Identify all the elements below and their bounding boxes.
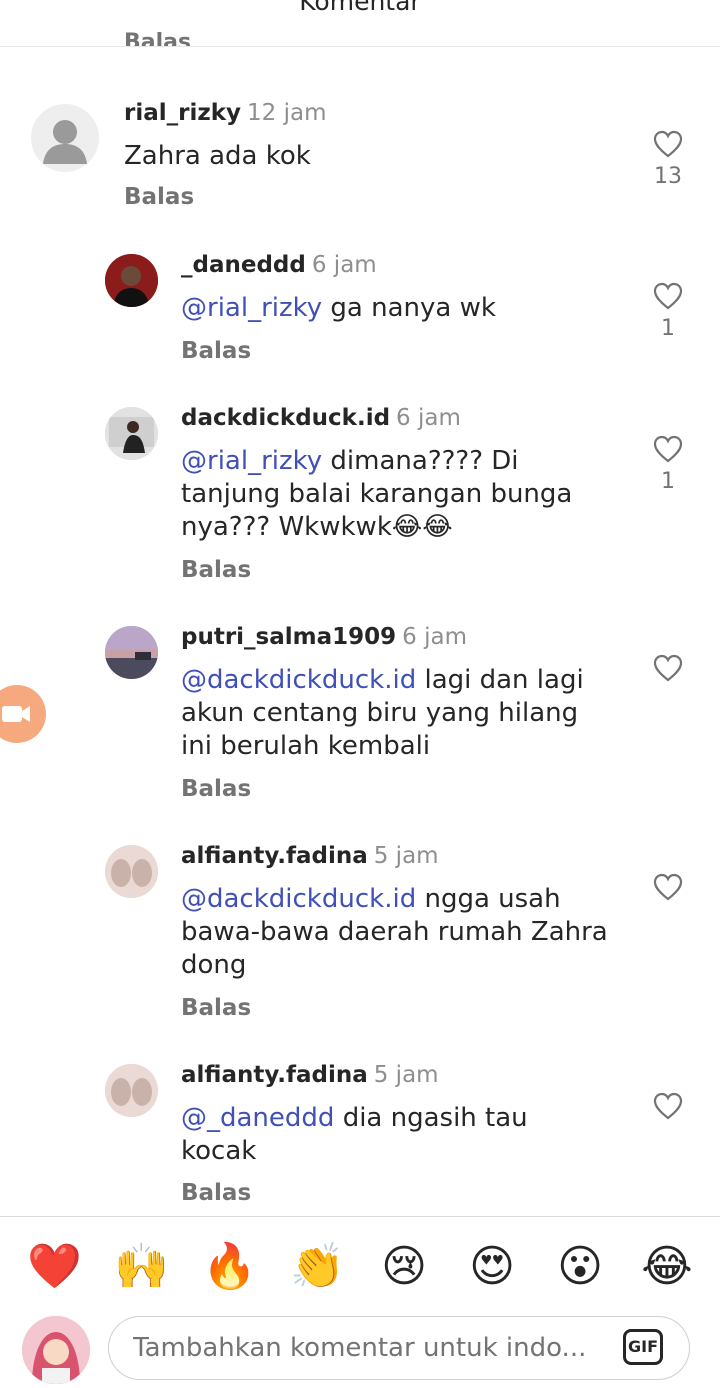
emoji-heart-eyes-button[interactable]: 😍 (466, 1241, 518, 1293)
mention-link[interactable]: @rial_rizky (181, 293, 322, 323)
default-user-icon (43, 120, 87, 164)
reply-button[interactable]: Balas (181, 995, 251, 1021)
like-button[interactable] (648, 1092, 688, 1120)
emoji-surprised-button[interactable]: 😮 (554, 1241, 606, 1293)
comment-time: 5 jam (373, 843, 439, 869)
reply-button[interactable]: Balas (181, 1180, 251, 1206)
comment-username[interactable]: alfianty.fadina (181, 843, 368, 869)
avatar[interactable] (105, 845, 158, 898)
mention-link[interactable]: @dackdickduck.id (181, 665, 416, 695)
emoji-reaction-bar: ❤️ 🙌 🔥 👏 😢 😍 😮 😂 (0, 1216, 720, 1313)
heart-outline-icon (653, 873, 683, 901)
comment-time: 12 jam (247, 100, 327, 126)
mention-link[interactable]: @dackdickduck.id (181, 884, 416, 914)
comment-username[interactable]: dackdickduck.id (181, 405, 390, 431)
comment-username[interactable]: rial_rizky (124, 100, 241, 126)
emoji-fire-button[interactable]: 🔥 (202, 1241, 257, 1293)
comment-input-placeholder: Tambahkan komentar untuk indo... (133, 1333, 587, 1363)
avatar[interactable] (105, 626, 158, 679)
comment-time: 6 jam (311, 252, 377, 278)
emoji-crying-button[interactable]: 😢 (378, 1241, 430, 1293)
comment-body: ga nanya wk (322, 293, 496, 323)
emoji-raising-hands-button[interactable]: 🙌 (114, 1241, 169, 1293)
comment-body: Zahra ada kok (124, 141, 311, 171)
page-title: Komentar (299, 0, 421, 16)
avatar[interactable] (31, 104, 99, 172)
like-button[interactable] (648, 654, 688, 682)
comment-time: 5 jam (373, 1062, 439, 1088)
avatar-photo (105, 1064, 158, 1117)
floating-video-button[interactable] (0, 685, 46, 743)
like-count: 13 (654, 164, 682, 189)
like-count: 1 (661, 469, 675, 494)
comments-header: Komentar Balas (0, 0, 720, 47)
like-button[interactable]: 1 (648, 282, 688, 341)
comment-composer: Tambahkan komentar untuk indo... GIF (0, 1312, 720, 1388)
mention-link[interactable]: @rial_rizky (181, 446, 322, 476)
comment-text: @dackdickduck.id lagi dan lagi akun cent… (181, 664, 611, 763)
comment-text: Zahra ada kok (124, 140, 574, 173)
comment-text: @rial_rizky dimana???? Di tanjung balai … (181, 445, 611, 544)
avatar-photo (105, 845, 158, 898)
like-button[interactable]: 13 (648, 130, 688, 189)
comment-text: @_daneddd dia ngasih tau kocak (181, 1102, 581, 1168)
comment-time: 6 jam (396, 405, 461, 431)
like-count: 1 (661, 316, 675, 341)
avatar-photo (105, 254, 158, 307)
comment-input[interactable]: Tambahkan komentar untuk indo... GIF (108, 1316, 690, 1380)
comment-text: @dackdickduck.id ngga usah bawa-bawa dae… (181, 883, 621, 982)
reply-button[interactable]: Balas (181, 338, 251, 364)
avatar-photo (105, 407, 158, 460)
heart-outline-icon (653, 654, 683, 682)
heart-outline-icon (653, 435, 683, 463)
my-avatar[interactable] (22, 1316, 90, 1384)
comment-text: @rial_rizky ga nanya wk (181, 292, 631, 325)
reply-button[interactable]: Balas (181, 557, 251, 583)
emoji-laughing-button[interactable]: 😂 (641, 1241, 693, 1293)
emoji-heart-button[interactable]: ❤️ (27, 1241, 82, 1293)
emoji-clapping-button[interactable]: 👏 (290, 1241, 345, 1293)
avatar-photo (105, 626, 158, 679)
comment-username[interactable]: alfianty.fadina (181, 1062, 368, 1088)
heart-outline-icon (653, 1092, 683, 1120)
avatar[interactable] (105, 407, 158, 460)
reply-button[interactable]: Balas (181, 776, 251, 802)
video-camera-icon (2, 706, 30, 722)
gif-icon[interactable]: GIF (623, 1329, 663, 1365)
like-button[interactable]: 1 (648, 435, 688, 494)
reply-button[interactable]: Balas (124, 184, 194, 210)
comment-username[interactable]: _daneddd (181, 252, 306, 278)
heart-outline-icon (653, 282, 683, 310)
heart-outline-icon (653, 130, 683, 158)
comment-username[interactable]: putri_salma1909 (181, 624, 396, 650)
mention-link[interactable]: @_daneddd (181, 1103, 334, 1133)
reply-button[interactable]: Balas (124, 30, 191, 46)
avatar[interactable] (105, 254, 158, 307)
comment-time: 6 jam (402, 624, 467, 650)
user-avatar-illustration (22, 1316, 90, 1384)
avatar[interactable] (105, 1064, 158, 1117)
like-button[interactable] (648, 873, 688, 901)
